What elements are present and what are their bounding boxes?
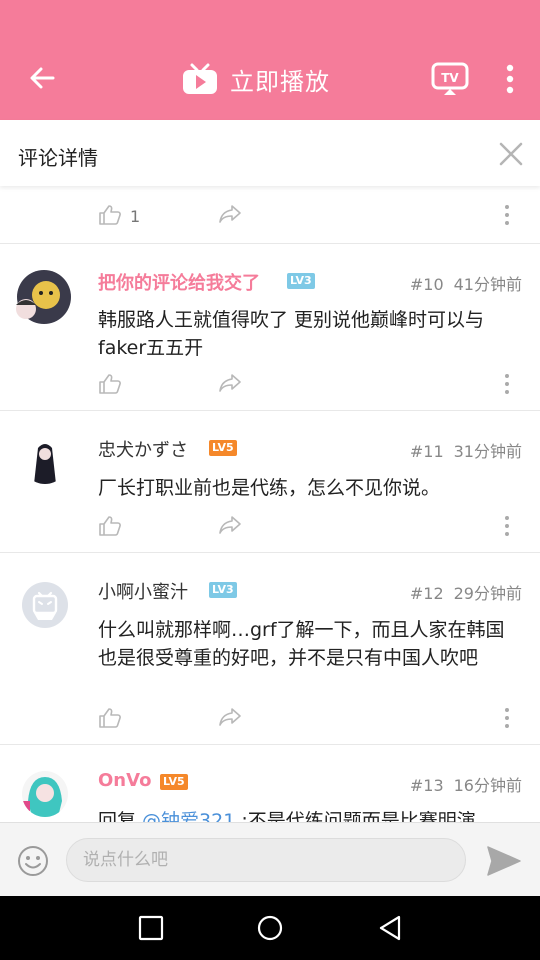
floor-number: #11 bbox=[409, 442, 444, 461]
like-icon[interactable] bbox=[98, 707, 122, 729]
comment-more-icon[interactable] bbox=[504, 373, 510, 395]
more-options-icon[interactable] bbox=[498, 62, 522, 96]
recent-apps-icon[interactable] bbox=[137, 914, 165, 942]
like-icon[interactable] bbox=[98, 373, 122, 395]
username[interactable]: 把你的评论给我交了 bbox=[98, 269, 260, 295]
timestamp: 41分钟前 bbox=[453, 275, 522, 294]
level-badge: LV5 bbox=[160, 774, 188, 790]
page-title: 评论详情 bbox=[18, 146, 98, 170]
avatar[interactable] bbox=[22, 438, 68, 484]
comment-more-icon[interactable] bbox=[504, 515, 510, 537]
reply-prefix: 回复 bbox=[98, 810, 143, 822]
play-now-label: 立即播放 bbox=[230, 67, 330, 96]
comment-more-icon[interactable] bbox=[504, 707, 510, 729]
comment-item: 忠犬かずさ LV5 #11 31分钟前 厂长打职业前也是代练，怎么不见你说。 bbox=[0, 410, 540, 552]
avatar[interactable] bbox=[22, 771, 68, 817]
comment-detail-header: 评论详情 bbox=[0, 120, 540, 186]
comment-text: 什么叫就那样啊…grf了解一下，而且人家在韩国也是很受尊重的好吧，并不是只有中国… bbox=[98, 619, 505, 669]
system-nav-bar bbox=[0, 896, 540, 960]
back-arrow-icon[interactable] bbox=[26, 62, 58, 94]
emoji-icon[interactable] bbox=[17, 845, 49, 877]
username[interactable]: OnVo bbox=[98, 770, 151, 791]
comment-meta: #10 41分钟前 bbox=[410, 271, 522, 295]
comment-actions bbox=[0, 515, 540, 545]
mention-link[interactable]: @钟爱321 bbox=[142, 810, 235, 822]
username[interactable]: 小啊小蜜汁 bbox=[98, 578, 188, 604]
tv-play-icon bbox=[183, 63, 217, 94]
comment-input[interactable] bbox=[66, 838, 466, 882]
reply-text: :不是代练问题而是比赛明演 bbox=[235, 810, 476, 822]
comment-text: 厂长打职业前也是代练，怎么不见你说。 bbox=[98, 477, 441, 499]
level-badge: LV5 bbox=[209, 440, 237, 456]
comment-meta: #12 29分钟前 bbox=[410, 580, 522, 604]
floor-number: #13 bbox=[409, 776, 444, 795]
share-icon[interactable] bbox=[218, 707, 242, 727]
timestamp: 31分钟前 bbox=[453, 442, 522, 461]
like-icon[interactable] bbox=[98, 204, 122, 226]
comment-actions bbox=[0, 707, 540, 737]
home-icon[interactable] bbox=[256, 914, 284, 942]
top-bar: 立即播放 TV bbox=[0, 0, 540, 120]
like-count: 1 bbox=[130, 207, 141, 226]
like-icon[interactable] bbox=[98, 515, 122, 537]
username[interactable]: 忠犬かずさ bbox=[98, 436, 188, 462]
comment-item: OnVo LV5 #13 16分钟前 回复 @钟爱321 :不是代练问题而是比赛明… bbox=[0, 744, 540, 822]
level-badge: LV3 bbox=[209, 582, 237, 598]
level-badge: LV3 bbox=[287, 273, 315, 289]
comment-more-icon[interactable] bbox=[504, 204, 510, 226]
svg-text:TV: TV bbox=[441, 71, 459, 85]
comment-actions: 1 bbox=[0, 204, 540, 234]
comment-meta: #11 31分钟前 bbox=[410, 438, 522, 462]
close-icon[interactable] bbox=[498, 141, 524, 167]
comment-actions bbox=[0, 373, 540, 403]
floor-number: #12 bbox=[409, 584, 444, 603]
comment-item: 小啊小蜜汁 LV3 #12 29分钟前 什么叫就那样啊…grf了解一下，而且人家在… bbox=[0, 552, 540, 744]
comment-text: 韩服路人王就值得吹了 更别说他巅峰时可以与faker五五开 bbox=[98, 309, 485, 359]
avatar[interactable] bbox=[8, 267, 74, 329]
share-icon[interactable] bbox=[218, 515, 242, 535]
play-now-button[interactable]: 立即播放 bbox=[182, 60, 330, 98]
comment-item: 把你的评论给我交了 LV3 #10 41分钟前 韩服路人王就值得吹了 更别说他巅峰… bbox=[0, 243, 540, 410]
share-icon[interactable] bbox=[218, 204, 242, 224]
avatar[interactable] bbox=[22, 582, 68, 628]
back-nav-icon[interactable] bbox=[376, 914, 404, 942]
send-icon[interactable] bbox=[486, 845, 522, 877]
floor-number: #10 bbox=[409, 275, 444, 294]
tv-cast-icon[interactable]: TV bbox=[431, 62, 469, 96]
comment-meta: #13 16分钟前 bbox=[410, 772, 522, 796]
timestamp: 29分钟前 bbox=[453, 584, 522, 603]
comment-composer bbox=[0, 822, 540, 897]
comment-list[interactable]: 1 把你的评论给我交了 LV3 #10 41分钟前 韩服路人王就值得吹了 更别说他… bbox=[0, 186, 540, 822]
comment-text: 回复 @钟爱321 :不是代练问题而是比赛明演 bbox=[98, 807, 522, 822]
share-icon[interactable] bbox=[218, 373, 242, 393]
timestamp: 16分钟前 bbox=[453, 776, 522, 795]
